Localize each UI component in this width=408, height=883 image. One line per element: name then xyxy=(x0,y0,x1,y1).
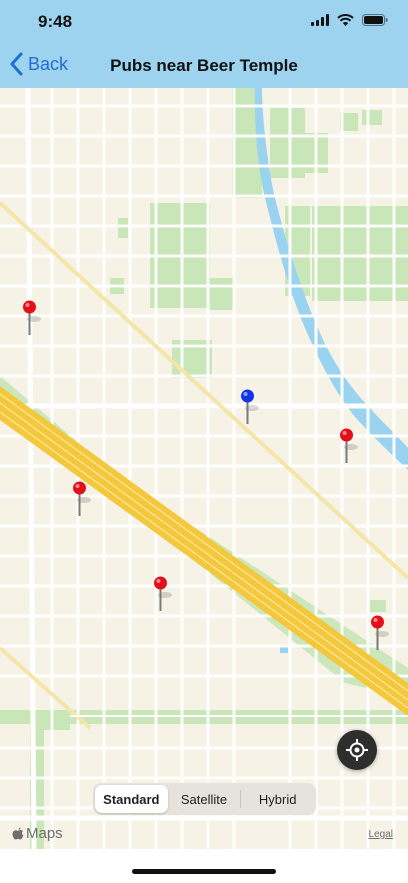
page-title: Pubs near Beer Temple xyxy=(110,56,298,75)
legal-link[interactable]: Legal xyxy=(369,829,393,840)
segment-hybrid[interactable]: Hybrid xyxy=(241,785,314,813)
status-bar: 9:48 xyxy=(0,0,408,44)
wifi-icon xyxy=(337,14,354,26)
status-icons xyxy=(311,14,388,26)
status-time: 9:48 xyxy=(38,12,73,31)
apple-logo-icon xyxy=(12,827,24,839)
pub-pin[interactable] xyxy=(335,427,359,463)
signal-icon xyxy=(311,14,329,26)
battery-icon xyxy=(362,14,388,26)
segment-satellite[interactable]: Satellite xyxy=(168,785,241,813)
location-crosshair-icon xyxy=(346,739,368,761)
current-location-pin[interactable] xyxy=(236,388,260,424)
pub-pin[interactable] xyxy=(366,614,390,650)
segment-standard[interactable]: Standard xyxy=(95,785,168,813)
pub-pin[interactable] xyxy=(68,480,92,516)
home-indicator-area xyxy=(0,849,408,883)
pub-pin[interactable] xyxy=(149,575,173,611)
navigation-bar: Back Pubs near Beer Temple xyxy=(0,44,408,89)
pub-pin[interactable] xyxy=(18,299,42,335)
map-type-segmented-control[interactable]: Standard Satellite Hybrid xyxy=(93,783,316,815)
maps-attribution: Maps xyxy=(12,825,63,842)
locate-me-button[interactable] xyxy=(337,730,377,770)
maps-attribution-label: Maps xyxy=(26,825,63,842)
home-indicator xyxy=(132,869,276,874)
